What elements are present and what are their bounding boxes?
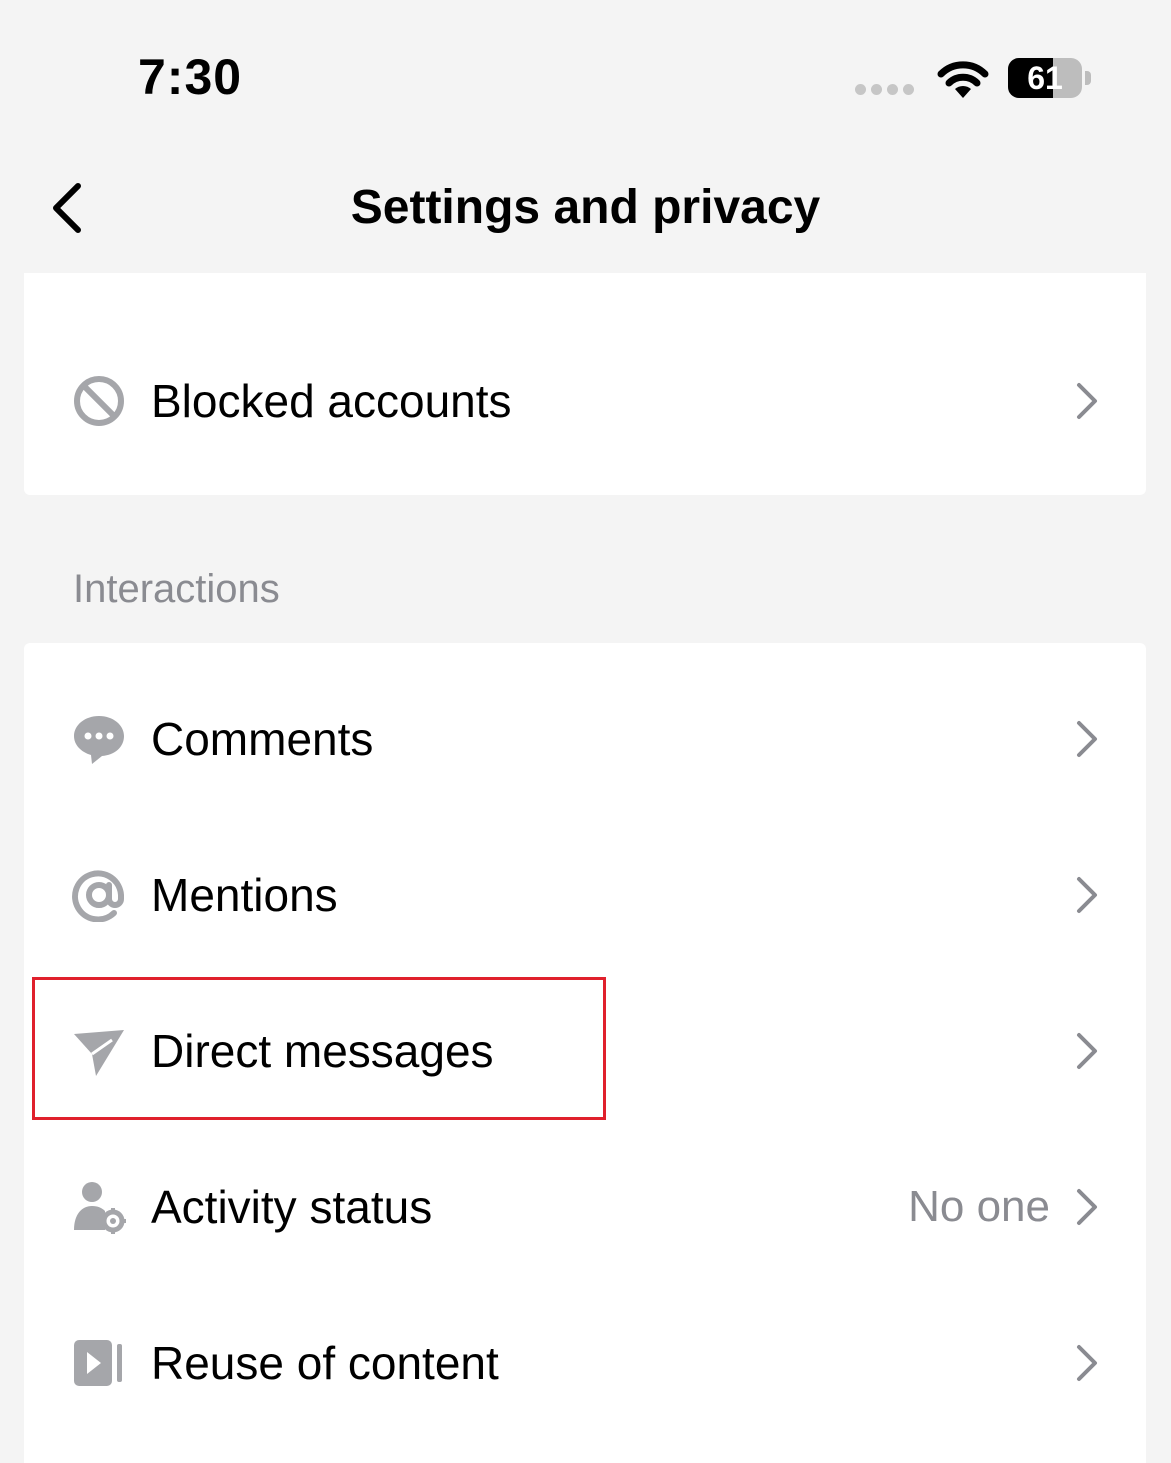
chevron-right-icon: [1077, 877, 1097, 913]
status-time: 7:30: [138, 49, 243, 105]
user-gear-icon: [74, 1182, 126, 1234]
row-label: Mentions: [151, 869, 338, 921]
chevron-right-icon: [1077, 1345, 1097, 1381]
chevron-right-icon: [1077, 1033, 1097, 1069]
interactions-card: Comments Mentions Direct messages Activi…: [24, 643, 1146, 1463]
row-label: Direct messages: [151, 1025, 494, 1077]
settings-row-comments[interactable]: Comments: [24, 661, 1146, 817]
row-label: Blocked accounts: [151, 375, 512, 427]
video-play-icon: [74, 1340, 122, 1386]
comment-bubble-icon: [74, 716, 124, 764]
privacy-card: Blocked accounts: [24, 273, 1146, 495]
section-label-interactions: Interactions: [73, 567, 280, 611]
cellular-signal-icon: [855, 84, 914, 95]
chevron-right-icon: [1077, 383, 1097, 419]
nav-header: Settings and privacy: [0, 150, 1171, 270]
at-sign-icon: [72, 870, 124, 922]
settings-row-activity-status[interactable]: Activity status No one: [24, 1129, 1146, 1285]
battery-icon: 61: [1008, 58, 1091, 100]
battery-level: 61: [1027, 60, 1063, 96]
paper-plane-icon: [74, 1030, 124, 1076]
settings-row-reuse-of-content[interactable]: Reuse of content: [24, 1285, 1146, 1441]
status-bar: 7:30 61: [0, 0, 1171, 150]
settings-row-mentions[interactable]: Mentions: [24, 817, 1146, 973]
row-label: Reuse of content: [151, 1337, 499, 1389]
chevron-right-icon: [1077, 1189, 1097, 1225]
chevron-right-icon: [1077, 721, 1097, 757]
page-title: Settings and privacy: [350, 181, 821, 234]
row-label: Activity status: [151, 1181, 433, 1233]
row-label: Comments: [151, 713, 374, 765]
wifi-icon: [937, 61, 989, 98]
blocked-icon: [74, 376, 124, 426]
settings-row-direct-messages[interactable]: Direct messages: [24, 973, 1146, 1129]
row-value: No one: [908, 1182, 1050, 1231]
settings-row-blocked-accounts[interactable]: Blocked accounts: [24, 323, 1146, 479]
